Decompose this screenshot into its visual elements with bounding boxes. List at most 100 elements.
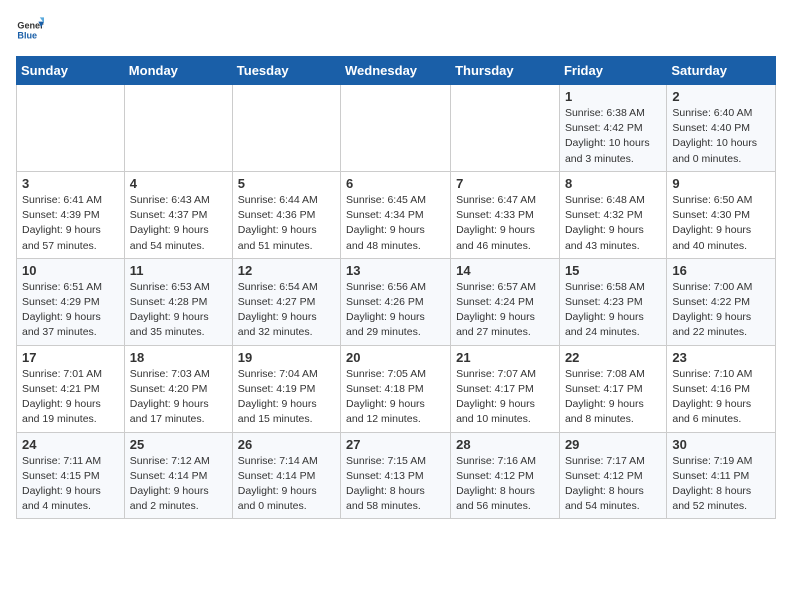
calendar-cell: 27 Sunrise: 7:15 AMSunset: 4:13 PMDayligh… — [341, 432, 451, 519]
calendar-cell: 18 Sunrise: 7:03 AMSunset: 4:20 PMDayligh… — [124, 345, 232, 432]
calendar-cell: 17 Sunrise: 7:01 AMSunset: 4:21 PMDayligh… — [17, 345, 125, 432]
day-info: Sunrise: 6:57 AMSunset: 4:24 PMDaylight:… — [456, 280, 554, 341]
calendar-cell — [451, 85, 560, 172]
day-info: Sunrise: 7:04 AMSunset: 4:19 PMDaylight:… — [238, 367, 335, 428]
calendar-cell: 23Sunrise: 7:10 AMSunset: 4:16 PMDayligh… — [667, 345, 776, 432]
calendar-cell: 2 Sunrise: 6:40 AMSunset: 4:40 PMDaylight… — [667, 85, 776, 172]
day-info: Sunrise: 6:51 AMSunset: 4:29 PMDaylight:… — [22, 280, 119, 341]
calendar-cell: 16 Sunrise: 7:00 AMSunset: 4:22 PMDayligh… — [667, 258, 776, 345]
day-number: 16 — [672, 263, 770, 278]
day-info: Sunrise: 7:08 AMSunset: 4:17 PMDaylight:… — [565, 367, 661, 428]
logo: General Blue — [16, 16, 44, 44]
day-number: 29 — [565, 437, 661, 452]
day-number: 26 — [238, 437, 335, 452]
calendar-cell: 10 Sunrise: 6:51 AMSunset: 4:29 PMDayligh… — [17, 258, 125, 345]
logo-icon: General Blue — [16, 16, 44, 44]
calendar-cell: 14 Sunrise: 6:57 AMSunset: 4:24 PMDayligh… — [451, 258, 560, 345]
calendar-cell: 21 Sunrise: 7:07 AMSunset: 4:17 PMDayligh… — [451, 345, 560, 432]
day-number: 18 — [130, 350, 227, 365]
day-number: 19 — [238, 350, 335, 365]
calendar-week-4: 17 Sunrise: 7:01 AMSunset: 4:21 PMDayligh… — [17, 345, 776, 432]
column-header-wednesday: Wednesday — [341, 57, 451, 85]
day-info: Sunrise: 7:10 AMSunset: 4:16 PMDaylight:… — [672, 367, 770, 428]
day-number: 13 — [346, 263, 445, 278]
calendar-cell: 15 Sunrise: 6:58 AMSunset: 4:23 PMDayligh… — [559, 258, 666, 345]
day-info: Sunrise: 6:58 AMSunset: 4:23 PMDaylight:… — [565, 280, 661, 341]
calendar-cell: 25 Sunrise: 7:12 AMSunset: 4:14 PMDayligh… — [124, 432, 232, 519]
calendar-cell: 19 Sunrise: 7:04 AMSunset: 4:19 PMDayligh… — [232, 345, 340, 432]
day-info: Sunrise: 6:44 AMSunset: 4:36 PMDaylight:… — [238, 193, 335, 254]
day-number: 14 — [456, 263, 554, 278]
day-info: Sunrise: 6:53 AMSunset: 4:28 PMDaylight:… — [130, 280, 227, 341]
column-header-thursday: Thursday — [451, 57, 560, 85]
calendar-cell: 1 Sunrise: 6:38 AMSunset: 4:42 PMDaylight… — [559, 85, 666, 172]
day-number: 25 — [130, 437, 227, 452]
calendar-cell: 11 Sunrise: 6:53 AMSunset: 4:28 PMDayligh… — [124, 258, 232, 345]
column-header-monday: Monday — [124, 57, 232, 85]
calendar-cell — [232, 85, 340, 172]
day-info: Sunrise: 6:54 AMSunset: 4:27 PMDaylight:… — [238, 280, 335, 341]
day-info: Sunrise: 6:38 AMSunset: 4:42 PMDaylight:… — [565, 106, 661, 167]
calendar-cell — [341, 85, 451, 172]
day-number: 22 — [565, 350, 661, 365]
day-number: 24 — [22, 437, 119, 452]
page-header: General Blue — [16, 16, 776, 44]
day-info: Sunrise: 6:48 AMSunset: 4:32 PMDaylight:… — [565, 193, 661, 254]
day-info: Sunrise: 7:05 AMSunset: 4:18 PMDaylight:… — [346, 367, 445, 428]
column-header-saturday: Saturday — [667, 57, 776, 85]
day-info: Sunrise: 6:43 AMSunset: 4:37 PMDaylight:… — [130, 193, 227, 254]
day-info: Sunrise: 7:17 AMSunset: 4:12 PMDaylight:… — [565, 454, 661, 515]
calendar-cell: 28Sunrise: 7:16 AMSunset: 4:12 PMDayligh… — [451, 432, 560, 519]
day-info: Sunrise: 7:14 AMSunset: 4:14 PMDaylight:… — [238, 454, 335, 515]
day-info: Sunrise: 6:45 AMSunset: 4:34 PMDaylight:… — [346, 193, 445, 254]
calendar-cell: 29 Sunrise: 7:17 AMSunset: 4:12 PMDayligh… — [559, 432, 666, 519]
calendar-week-5: 24Sunrise: 7:11 AMSunset: 4:15 PMDayligh… — [17, 432, 776, 519]
calendar-table: SundayMondayTuesdayWednesdayThursdayFrid… — [16, 56, 776, 519]
calendar-cell: 20Sunrise: 7:05 AMSunset: 4:18 PMDayligh… — [341, 345, 451, 432]
column-header-tuesday: Tuesday — [232, 57, 340, 85]
day-number: 15 — [565, 263, 661, 278]
svg-text:Blue: Blue — [17, 30, 37, 40]
day-number: 9 — [672, 176, 770, 191]
day-info: Sunrise: 7:01 AMSunset: 4:21 PMDaylight:… — [22, 367, 119, 428]
day-number: 6 — [346, 176, 445, 191]
day-number: 1 — [565, 89, 661, 104]
day-number: 8 — [565, 176, 661, 191]
day-number: 7 — [456, 176, 554, 191]
calendar-cell: 3Sunrise: 6:41 AMSunset: 4:39 PMDaylight… — [17, 171, 125, 258]
calendar-cell: 30Sunrise: 7:19 AMSunset: 4:11 PMDayligh… — [667, 432, 776, 519]
day-info: Sunrise: 6:41 AMSunset: 4:39 PMDaylight:… — [22, 193, 119, 254]
day-info: Sunrise: 6:47 AMSunset: 4:33 PMDaylight:… — [456, 193, 554, 254]
day-info: Sunrise: 7:03 AMSunset: 4:20 PMDaylight:… — [130, 367, 227, 428]
day-number: 17 — [22, 350, 119, 365]
day-info: Sunrise: 7:15 AMSunset: 4:13 PMDaylight:… — [346, 454, 445, 515]
day-number: 30 — [672, 437, 770, 452]
day-number: 10 — [22, 263, 119, 278]
calendar-week-3: 10 Sunrise: 6:51 AMSunset: 4:29 PMDayligh… — [17, 258, 776, 345]
day-number: 4 — [130, 176, 227, 191]
day-info: Sunrise: 7:12 AMSunset: 4:14 PMDaylight:… — [130, 454, 227, 515]
calendar-cell: 6 Sunrise: 6:45 AMSunset: 4:34 PMDaylight… — [341, 171, 451, 258]
day-info: Sunrise: 7:00 AMSunset: 4:22 PMDaylight:… — [672, 280, 770, 341]
calendar-header-row: SundayMondayTuesdayWednesdayThursdayFrid… — [17, 57, 776, 85]
calendar-cell: 26 Sunrise: 7:14 AMSunset: 4:14 PMDayligh… — [232, 432, 340, 519]
day-number: 2 — [672, 89, 770, 104]
day-number: 11 — [130, 263, 227, 278]
calendar-cell: 7 Sunrise: 6:47 AMSunset: 4:33 PMDaylight… — [451, 171, 560, 258]
day-number: 5 — [238, 176, 335, 191]
day-info: Sunrise: 6:40 AMSunset: 4:40 PMDaylight:… — [672, 106, 770, 167]
calendar-week-1: 1 Sunrise: 6:38 AMSunset: 4:42 PMDaylight… — [17, 85, 776, 172]
day-number: 27 — [346, 437, 445, 452]
calendar-cell: 22 Sunrise: 7:08 AMSunset: 4:17 PMDayligh… — [559, 345, 666, 432]
calendar-week-2: 3Sunrise: 6:41 AMSunset: 4:39 PMDaylight… — [17, 171, 776, 258]
calendar-cell: 5 Sunrise: 6:44 AMSunset: 4:36 PMDaylight… — [232, 171, 340, 258]
column-header-friday: Friday — [559, 57, 666, 85]
column-header-sunday: Sunday — [17, 57, 125, 85]
calendar-cell — [17, 85, 125, 172]
day-number: 21 — [456, 350, 554, 365]
day-info: Sunrise: 6:50 AMSunset: 4:30 PMDaylight:… — [672, 193, 770, 254]
calendar-cell: 4 Sunrise: 6:43 AMSunset: 4:37 PMDaylight… — [124, 171, 232, 258]
day-number: 12 — [238, 263, 335, 278]
day-info: Sunrise: 7:07 AMSunset: 4:17 PMDaylight:… — [456, 367, 554, 428]
calendar-cell: 9 Sunrise: 6:50 AMSunset: 4:30 PMDaylight… — [667, 171, 776, 258]
